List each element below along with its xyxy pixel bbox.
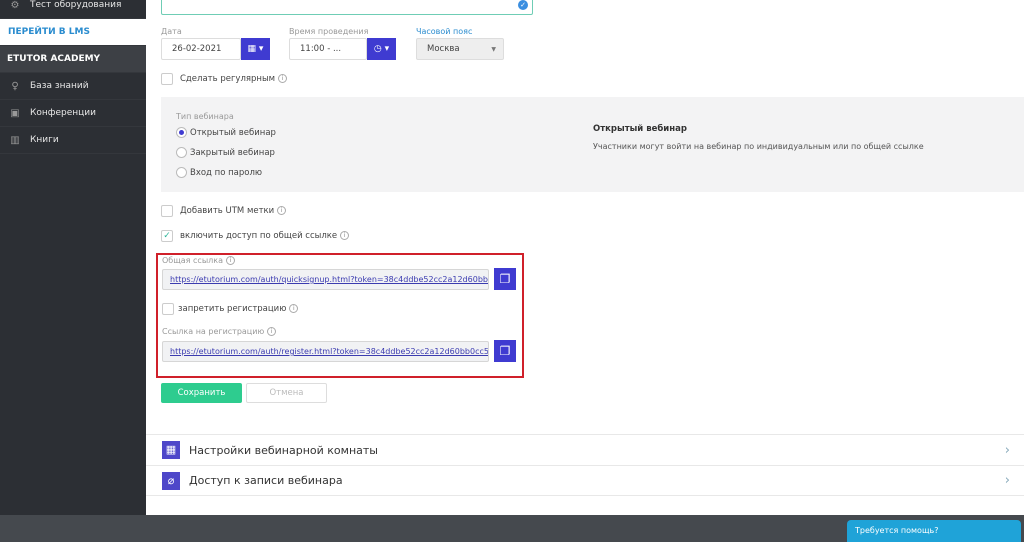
sidebar-item-equipment-test[interactable]: ⚙ Тест оборудования: [0, 0, 146, 19]
info-icon: i: [340, 231, 350, 240]
info-icon: i: [278, 74, 288, 83]
utm-label: Добавить UTM метки i: [180, 206, 287, 216]
help-chat-button[interactable]: Требуется помощь?: [847, 520, 1021, 542]
timezone-label: Часовой пояс: [416, 27, 473, 36]
date-input[interactable]: 26-02-2021: [161, 38, 241, 60]
info-icon: i: [289, 304, 299, 313]
title-input[interactable]: ✓: [161, 0, 533, 15]
radio-password-label: Вход по паролю: [190, 168, 263, 178]
time-input[interactable]: 11:00 - ...: [289, 38, 367, 60]
radio-password[interactable]: [176, 167, 187, 178]
copy-icon: ❐: [499, 344, 511, 358]
info-icon: i: [277, 206, 287, 215]
type-label: Тип вебинара: [176, 112, 234, 121]
valid-check-icon: ✓: [518, 0, 528, 10]
chevron-right-icon: ›: [1004, 473, 1010, 488]
timezone-value: Москва: [427, 44, 460, 54]
section-recording-access[interactable]: ⌀ Доступ к записи вебинара ›: [146, 465, 1024, 496]
main-panel: ✓ Дата 26-02-2021 ▦ ▾ Время проведения 1…: [146, 0, 1024, 515]
clock-icon: ◷ ▾: [373, 44, 390, 54]
gear-icon: ⚙: [10, 0, 20, 11]
book-icon: ▥: [10, 134, 20, 146]
reg-link-field[interactable]: https://etutorium.com/auth/register.html…: [162, 341, 489, 362]
sidebar-item-conferences[interactable]: ▣ Конференции: [0, 100, 146, 127]
paperclip-icon: ⌀: [162, 471, 180, 490]
forbid-registration-label: запретить регистрацию i: [178, 304, 299, 314]
shared-access-label: включить доступ по общей ссылке i: [180, 231, 350, 241]
forbid-registration-checkbox[interactable]: [162, 303, 174, 315]
calendar-button[interactable]: ▦ ▾: [241, 38, 270, 60]
webinar-type-panel: Тип вебинара Открытый вебинар Закрытый в…: [161, 97, 1024, 192]
lightbulb-icon: ♀: [11, 80, 19, 92]
copy-shared-link-button[interactable]: ❐: [494, 268, 516, 290]
sidebar-item-books[interactable]: ▥ Книги: [0, 127, 146, 154]
chevron-right-icon: ›: [1004, 442, 1010, 458]
info-icon: i: [225, 256, 235, 265]
shared-access-checkbox[interactable]: ✓: [161, 230, 173, 242]
time-button[interactable]: ◷ ▾: [367, 38, 396, 60]
radio-open[interactable]: [176, 127, 187, 138]
cancel-button[interactable]: Отмена: [246, 383, 327, 403]
shared-link-label: Общая ссылка i: [162, 256, 235, 265]
save-button[interactable]: Сохранить: [161, 383, 242, 403]
radio-open-label: Открытый вебинар: [190, 128, 276, 138]
sidebar: ⚙ Тест оборудования ПЕРЕЙТИ В LMS ETUTOR …: [0, 0, 146, 515]
type-title: Открытый вебинар: [593, 124, 687, 134]
regular-label: Сделать регулярным i: [180, 74, 288, 84]
chevron-down-icon: ▼: [491, 45, 496, 53]
copy-icon: ❐: [499, 272, 511, 286]
timezone-select[interactable]: Москва ▼: [416, 38, 504, 60]
section-room-settings[interactable]: ▦ Настройки вебинарной комнаты ›: [146, 434, 1024, 465]
type-description: Участники могут войти на вебинар по инди…: [593, 142, 924, 151]
grid-icon: ▦: [162, 441, 180, 459]
academy-header: ETUTOR ACADEMY: [0, 46, 146, 73]
date-label: Дата: [161, 27, 182, 36]
conference-icon: ▣: [10, 107, 20, 119]
info-icon: i: [267, 327, 277, 336]
calendar-icon: ▦ ▾: [247, 44, 264, 54]
links-highlight-box: Общая ссылка i https://etutorium.com/auth…: [156, 253, 524, 378]
copy-reg-link-button[interactable]: ❐: [494, 340, 516, 362]
reg-link-label: Ссылка на регистрацию i: [162, 327, 277, 336]
go-to-lms-link[interactable]: ПЕРЕЙТИ В LMS: [0, 19, 146, 46]
sidebar-item-knowledge[interactable]: ♀ База знаний: [0, 73, 146, 100]
time-label: Время проведения: [289, 27, 369, 36]
utm-checkbox[interactable]: [161, 205, 173, 217]
regular-checkbox[interactable]: [161, 73, 173, 85]
radio-closed-label: Закрытый вебинар: [190, 148, 275, 158]
radio-closed[interactable]: [176, 147, 187, 158]
shared-link-field[interactable]: https://etutorium.com/auth/quicksignup.h…: [162, 269, 489, 290]
